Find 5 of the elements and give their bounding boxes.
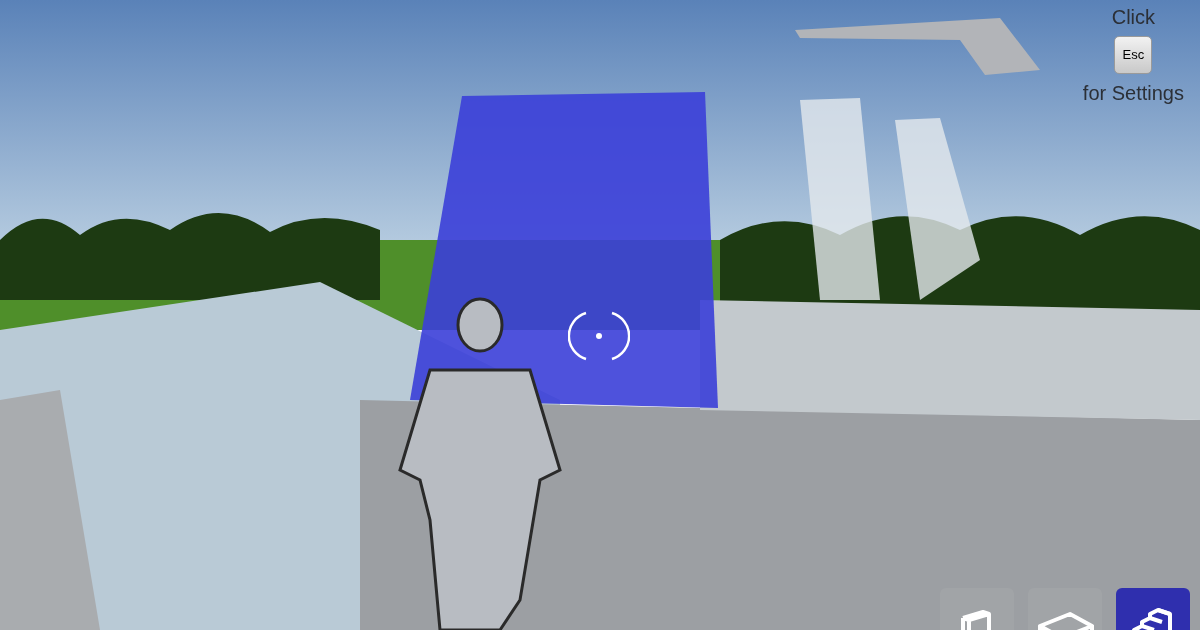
build-tool-button[interactable] — [1116, 588, 1190, 630]
crosshair-icon — [568, 309, 630, 363]
hint-text: Click — [1111, 5, 1156, 30]
esc-key: Esc — [1114, 36, 1153, 74]
hint-text: for Settings — [1082, 81, 1184, 106]
